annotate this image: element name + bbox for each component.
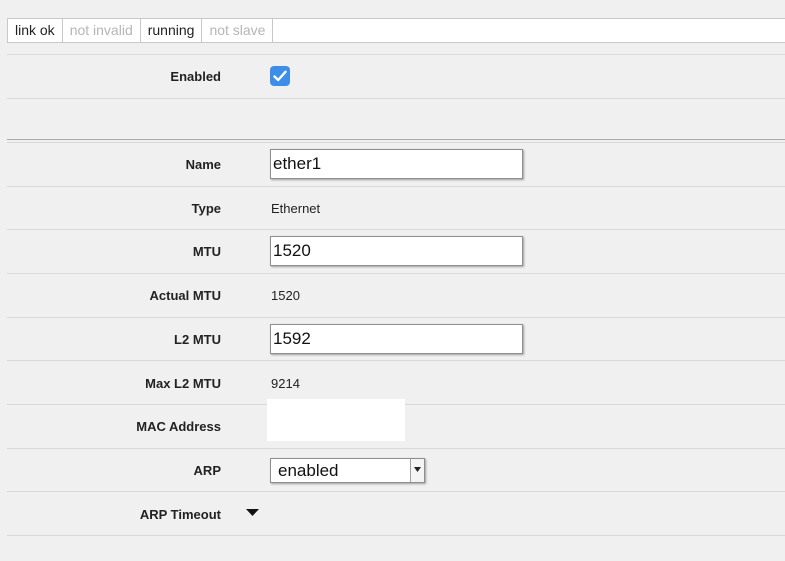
type-label: Type [191, 201, 221, 216]
row-divider [7, 229, 785, 230]
section-divider [7, 142, 785, 143]
row-divider [7, 360, 785, 361]
row-divider [7, 317, 785, 318]
mac-address-label: MAC Address [136, 419, 221, 434]
name-label: Name [185, 157, 221, 172]
max-l2-mtu-label: Max L2 MTU [145, 376, 221, 391]
l2-mtu-label: L2 MTU [174, 332, 221, 347]
section-divider [7, 139, 785, 140]
arp-timeout-label: ARP Timeout [139, 507, 221, 522]
row-divider [7, 98, 785, 99]
chevron-down-icon [414, 467, 421, 472]
max-l2-mtu-value: 9214 [271, 376, 300, 391]
row-divider [7, 54, 785, 55]
enabled-checkbox[interactable] [270, 66, 290, 86]
row-divider [7, 273, 785, 274]
mac-address-value [267, 399, 405, 441]
mtu-input[interactable]: 1520 [270, 236, 523, 266]
arp-select-value: enabled [278, 461, 339, 480]
status-flag-not-slave: not slave [202, 19, 274, 42]
mtu-label: MTU [192, 244, 221, 259]
arp-dropdown-button[interactable] [410, 459, 424, 482]
row-divider [7, 491, 785, 492]
check-icon [273, 70, 287, 82]
arp-label: ARP [193, 463, 221, 478]
row-divider [7, 448, 785, 449]
l2-mtu-input[interactable]: 1592 [270, 324, 523, 354]
row-divider [7, 186, 785, 187]
status-bar-filler [273, 19, 785, 42]
row-divider [7, 535, 785, 536]
name-input[interactable]: ether1 [270, 149, 523, 179]
actual-mtu-label: Actual MTU [149, 288, 222, 303]
status-flag-link-ok: link ok [8, 19, 63, 42]
triangle-down-icon[interactable] [246, 509, 259, 517]
enabled-label: Enabled [170, 69, 221, 84]
actual-mtu-value: 1520 [271, 288, 300, 303]
status-flag-not-invalid: not invalid [63, 19, 141, 42]
arp-select[interactable]: enabled [270, 458, 425, 483]
status-flags-bar: link ok not invalid running not slave [7, 18, 785, 43]
status-flag-running: running [141, 19, 203, 42]
type-value: Ethernet [271, 201, 321, 216]
